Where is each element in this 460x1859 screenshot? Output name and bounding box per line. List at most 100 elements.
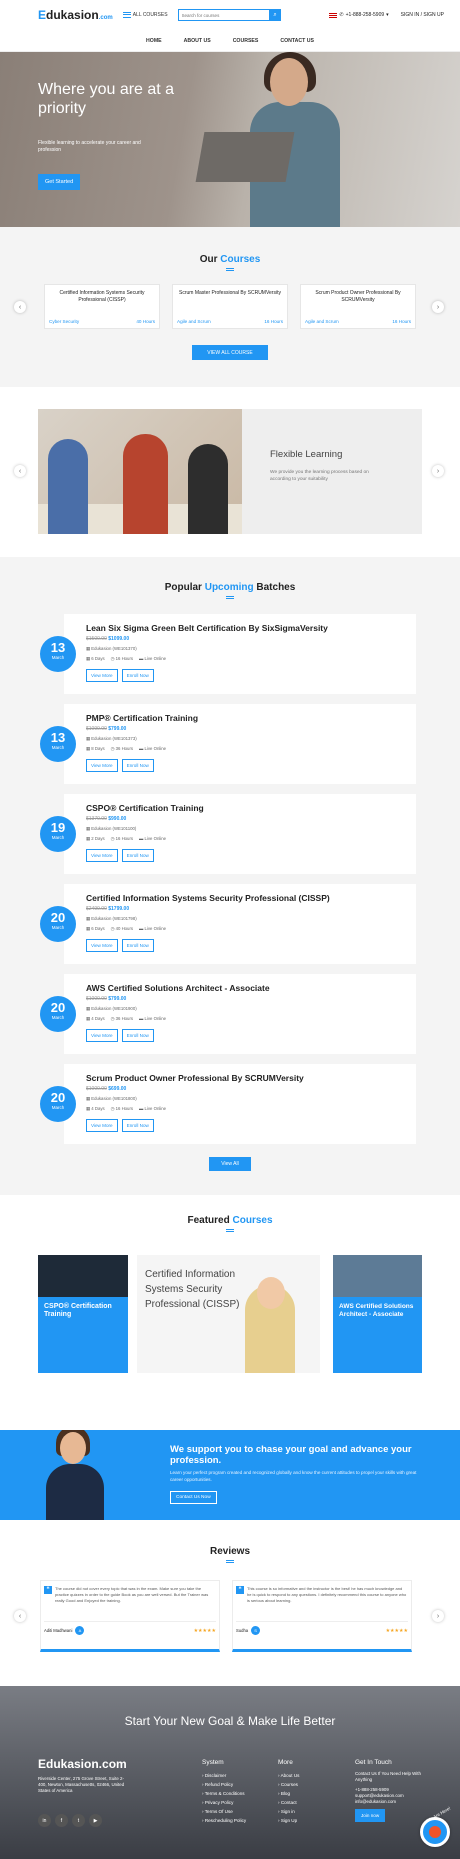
title-divider bbox=[226, 1229, 234, 1232]
video-icon: ▬ Live Online bbox=[139, 746, 167, 751]
footer-link[interactable]: › Terms & Conditions bbox=[202, 1789, 246, 1798]
batch-title[interactable]: Scrum Product Owner Professional By SCRU… bbox=[86, 1073, 304, 1083]
quote-icon: ❝ bbox=[236, 1586, 244, 1594]
footer-link[interactable]: › Contact bbox=[278, 1798, 299, 1807]
view-more-button[interactable]: View More bbox=[86, 1029, 118, 1042]
phone-contact[interactable]: ✆ +1-888-258-5909 ▾ bbox=[329, 12, 389, 18]
view-more-button[interactable]: View More bbox=[86, 939, 118, 952]
section-title: Reviews bbox=[209, 1546, 251, 1557]
footer-link[interactable]: › Rescheduling Policy bbox=[202, 1816, 246, 1825]
batch-date: 13 March bbox=[40, 726, 76, 762]
review-card: ❝ This course is so informative and the … bbox=[232, 1580, 412, 1652]
footer-link[interactable]: › Sign in bbox=[278, 1807, 299, 1816]
carousel-prev-icon[interactable]: ‹ bbox=[14, 301, 26, 313]
chat-badge[interactable]: We Are Here! bbox=[420, 1806, 451, 1847]
carousel-prev-icon[interactable]: ‹ bbox=[14, 465, 26, 477]
reviews-section: Reviews ‹ › ❝ The course did not cover e… bbox=[0, 1520, 460, 1686]
clock-icon: ◷ 36 Hours bbox=[110, 746, 134, 751]
footer-link[interactable]: › About Us bbox=[278, 1771, 299, 1780]
batch-info: ▦ 6 Days ◷ 16 Hours ▬ Live Online bbox=[86, 656, 166, 662]
search-icon[interactable]: ⌕ bbox=[269, 9, 281, 21]
search-bar: ⌕ bbox=[177, 9, 281, 21]
flexible-learning-section: ‹ › Flexible Learning We provide you the… bbox=[0, 387, 460, 557]
view-all-courses-button[interactable]: VIEW ALL COURSE bbox=[192, 345, 268, 360]
enroll-now-button[interactable]: Enroll Now bbox=[121, 849, 154, 862]
batch-title[interactable]: AWS Certified Solutions Architect - Asso… bbox=[86, 983, 270, 993]
footer-system-column: System › Disclaimer › Refund Policy › Te… bbox=[202, 1759, 247, 1825]
nav-contact[interactable]: CONTACT US bbox=[280, 38, 314, 44]
get-started-button[interactable]: Get Started bbox=[38, 174, 81, 190]
site-logo[interactable]: Edukasion .com bbox=[38, 8, 113, 22]
course-card[interactable]: Certified Information Systems Security P… bbox=[44, 284, 160, 329]
students-image bbox=[38, 409, 242, 534]
youtube-icon[interactable]: ▶ bbox=[89, 1814, 102, 1827]
enroll-now-button[interactable]: Enroll Now bbox=[121, 759, 154, 772]
carousel-prev-icon[interactable]: ‹ bbox=[14, 1610, 26, 1622]
enroll-now-button[interactable]: Enroll Now bbox=[121, 1029, 154, 1042]
course-card[interactable]: Scrum Product Owner Professional By SCRU… bbox=[300, 284, 416, 329]
enroll-now-button[interactable]: Enroll Now bbox=[121, 1119, 154, 1132]
batch-price: $1500.00 $1099.00 bbox=[86, 636, 130, 642]
view-more-button[interactable]: View More bbox=[86, 759, 118, 772]
calendar-icon: ▦ 4 Days bbox=[86, 1016, 105, 1021]
video-icon: ▬ Live Online bbox=[139, 1016, 167, 1021]
footer-more-column: More › About Us › Courses › Blog › Conta… bbox=[278, 1759, 300, 1825]
sign-in-link[interactable]: SIGN IN / SIGN UP bbox=[401, 12, 444, 18]
nav-courses[interactable]: COURSES bbox=[233, 38, 259, 44]
footer-link[interactable]: › Privacy Policy bbox=[202, 1798, 246, 1807]
footer-link[interactable]: › Sign Up bbox=[278, 1816, 299, 1825]
batch-provider: ▦ Edukasion (WE101370) bbox=[86, 646, 137, 651]
view-more-button[interactable]: View More bbox=[86, 849, 118, 862]
view-all-batches-button[interactable]: View All bbox=[209, 1157, 251, 1171]
batch-title[interactable]: Certified Information Systems Security P… bbox=[86, 893, 330, 903]
hero-banner: Where you are at a priority Flexible lea… bbox=[0, 52, 460, 227]
view-more-button[interactable]: View More bbox=[86, 1119, 118, 1132]
all-courses-menu[interactable]: ALL COURSES bbox=[122, 12, 168, 18]
course-card[interactable]: Scrum Master Professional By SCRUMVersit… bbox=[172, 284, 288, 329]
enroll-now-button[interactable]: Enroll Now bbox=[121, 939, 154, 952]
avatar: S bbox=[251, 1626, 261, 1635]
carousel-next-icon[interactable]: › bbox=[432, 465, 444, 477]
view-more-button[interactable]: View More bbox=[86, 669, 118, 682]
nav-about[interactable]: ABOUT US bbox=[184, 38, 211, 44]
featured-course-card[interactable]: Certified Information Systems Security P… bbox=[137, 1255, 320, 1373]
hero-title: Where you are at a priority bbox=[38, 81, 175, 117]
enroll-now-button[interactable]: Enroll Now bbox=[121, 669, 154, 682]
nav-home[interactable]: HOME bbox=[146, 38, 162, 44]
join-now-button[interactable]: Join now bbox=[355, 1809, 386, 1822]
batch-title[interactable]: CSPO® Certification Training bbox=[86, 803, 204, 813]
featured-course-card[interactable]: CSPO® Certification Training bbox=[38, 1255, 128, 1373]
footer-link[interactable]: › Refund Policy bbox=[202, 1780, 246, 1789]
carousel-next-icon[interactable]: › bbox=[432, 301, 444, 313]
carousel-next-icon[interactable]: › bbox=[432, 1610, 444, 1622]
our-courses-section: Our Courses ‹ › Certified Information Sy… bbox=[0, 227, 460, 387]
batch-title[interactable]: Lean Six Sigma Green Belt Certification … bbox=[86, 623, 328, 633]
footer-logo[interactable]: Edukasion.com bbox=[38, 1757, 127, 1771]
footer-link[interactable]: › Disclaimer bbox=[202, 1771, 246, 1780]
footer-email[interactable]: info@edukasion.com bbox=[355, 1799, 427, 1805]
linkedin-icon[interactable]: in bbox=[38, 1814, 51, 1827]
batch-provider: ▦ Edukasion (WE101100) bbox=[86, 826, 137, 831]
featured-course-card[interactable]: AWS Certified Solutions Architect - Asso… bbox=[333, 1255, 422, 1373]
batch-title[interactable]: PMP® Certification Training bbox=[86, 713, 198, 723]
footer-link[interactable]: › Blog bbox=[278, 1789, 299, 1798]
twitter-icon[interactable]: t bbox=[72, 1814, 85, 1827]
section-title: Our Courses bbox=[199, 254, 261, 265]
footer-link[interactable]: › Terms Of Use bbox=[202, 1807, 246, 1816]
avatar: A bbox=[75, 1626, 85, 1635]
quote-icon: ❝ bbox=[44, 1586, 52, 1594]
video-icon: ▬ Live Online bbox=[139, 926, 167, 931]
batch-card: 13 March Lean Six Sigma Green Belt Certif… bbox=[40, 614, 416, 694]
footer: Start Your New Goal & Make Life Better E… bbox=[0, 1686, 460, 1859]
menu-icon bbox=[122, 12, 131, 18]
batch-date: 20 March bbox=[40, 996, 76, 1032]
contact-us-now-button[interactable]: Contact Us Now bbox=[170, 1491, 217, 1504]
facebook-icon[interactable]: f bbox=[55, 1814, 68, 1827]
calendar-icon: ▦ 2 Days bbox=[86, 836, 105, 841]
phone-icon: ✆ bbox=[339, 12, 344, 18]
top-header: Edukasion.com ALL COURSES ⌕ ✆+1-888-258-… bbox=[0, 0, 460, 30]
search-input[interactable] bbox=[177, 9, 270, 21]
flexible-learning-text: We provide you the learning process base… bbox=[270, 470, 369, 482]
batch-info: ▦ 2 Days ◷ 16 Hours ▬ Live Online bbox=[86, 836, 166, 842]
footer-link[interactable]: › Courses bbox=[278, 1780, 299, 1789]
